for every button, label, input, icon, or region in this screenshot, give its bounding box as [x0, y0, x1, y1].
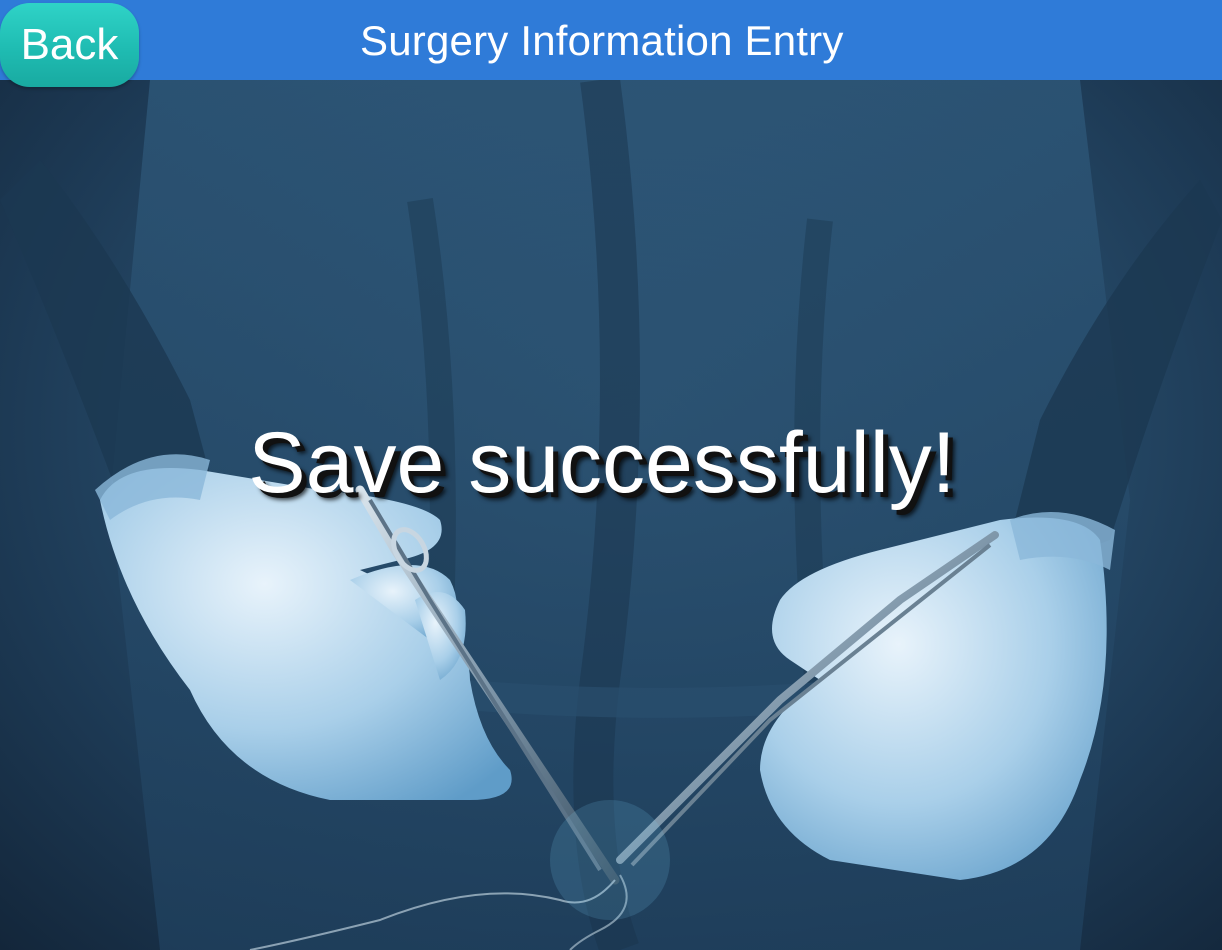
surgeon-illustration: [0, 80, 1222, 950]
app-screen: Surgery Information Entry Back Save succ…: [0, 0, 1222, 950]
back-button[interactable]: Back: [0, 3, 139, 87]
page-title: Surgery Information Entry: [360, 17, 844, 64]
header-bar: Surgery Information Entry: [0, 0, 1222, 80]
surgery-background-image: [0, 80, 1222, 950]
save-success-message: Save successfully!: [248, 415, 956, 511]
